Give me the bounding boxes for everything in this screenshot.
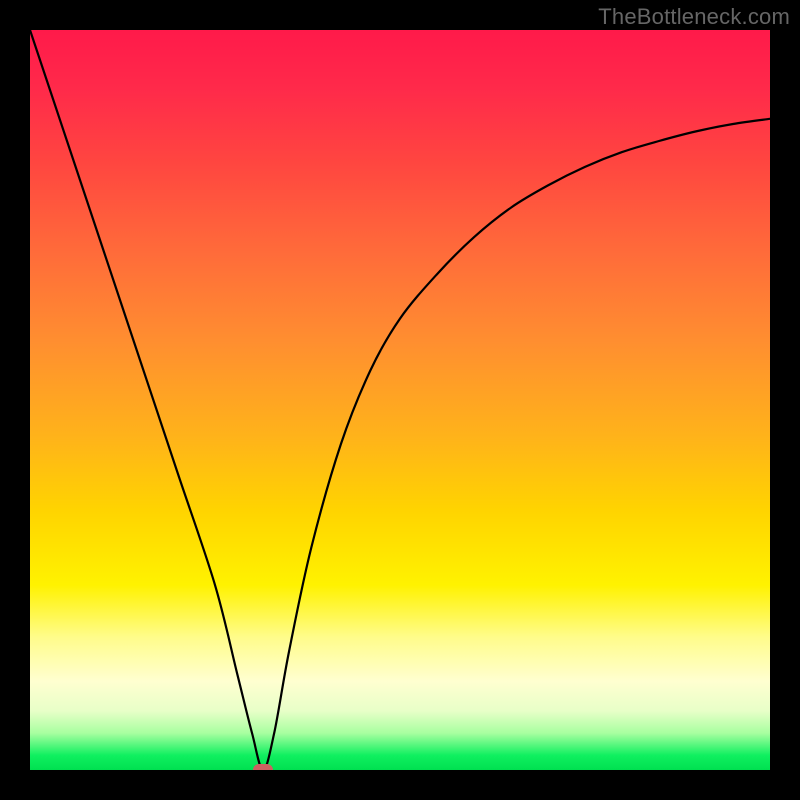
chart-frame: TheBottleneck.com (0, 0, 800, 800)
minimum-marker (253, 764, 273, 770)
watermark-text: TheBottleneck.com (598, 4, 790, 30)
curve-layer (30, 30, 770, 770)
curve-path (30, 30, 770, 770)
plot-area (30, 30, 770, 770)
